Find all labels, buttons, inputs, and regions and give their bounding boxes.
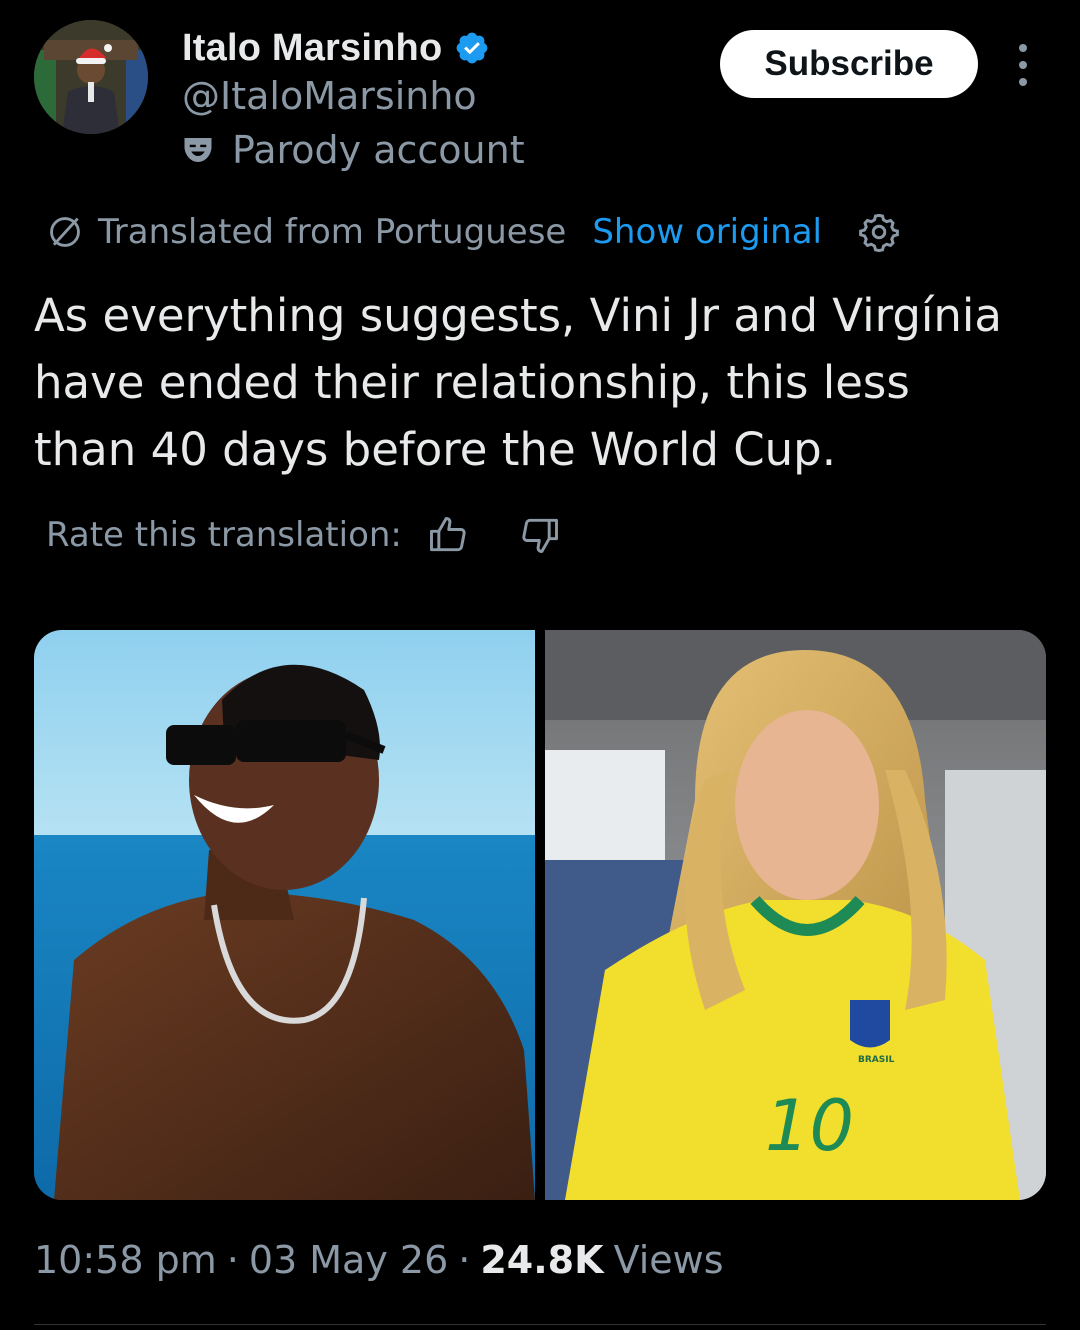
meta-separator: · — [226, 1238, 239, 1282]
thumbs-down-icon[interactable] — [518, 513, 562, 557]
media-grid: BRASIL 10 — [34, 630, 1046, 1200]
thumbs-up-icon[interactable] — [426, 513, 470, 557]
views-count: 24.8K — [480, 1238, 604, 1282]
verified-badge-icon — [454, 30, 490, 66]
tweet-date[interactable]: 03 May 26 — [249, 1238, 448, 1282]
more-vertical-icon[interactable] — [1008, 44, 1038, 86]
meta-separator: · — [458, 1238, 471, 1282]
show-original-link[interactable]: Show original — [592, 212, 822, 252]
parody-label-text: Parody account — [232, 128, 525, 172]
author-name[interactable]: Italo Marsinho — [182, 27, 442, 70]
parody-label: Parody account — [180, 128, 525, 172]
divider — [34, 1324, 1046, 1325]
views-label: Views — [613, 1238, 724, 1282]
translation-notice: Translated from Portuguese Show original — [46, 206, 900, 258]
photo-woman-jersey[interactable]: BRASIL 10 — [545, 630, 1046, 1200]
rate-translation-row: Rate this translation: — [46, 510, 562, 560]
photo-man-sea[interactable] — [34, 630, 535, 1200]
rate-translation-label: Rate this translation: — [46, 515, 402, 555]
author-handle[interactable]: @ItaloMarsinho — [182, 74, 477, 118]
avatar[interactable] — [34, 20, 148, 134]
translated-from-text: Translated from Portuguese — [98, 212, 567, 252]
tweet-time[interactable]: 10:58 pm — [34, 1238, 217, 1282]
jersey-text: BRASIL — [858, 1055, 895, 1065]
jersey-number: 10 — [765, 1085, 854, 1167]
translate-icon — [46, 213, 84, 251]
author-name-row: Italo Marsinho — [182, 24, 490, 72]
parody-mask-icon — [180, 132, 216, 168]
tweet-meta: 10:58 pm · 03 May 26 · 24.8K Views — [34, 1238, 724, 1282]
avatar-image — [34, 20, 148, 134]
gear-icon[interactable] — [858, 211, 900, 253]
tweet-text: As everything suggests, Vini Jr and Virg… — [34, 289, 1002, 476]
subscribe-button[interactable]: Subscribe — [720, 30, 978, 98]
